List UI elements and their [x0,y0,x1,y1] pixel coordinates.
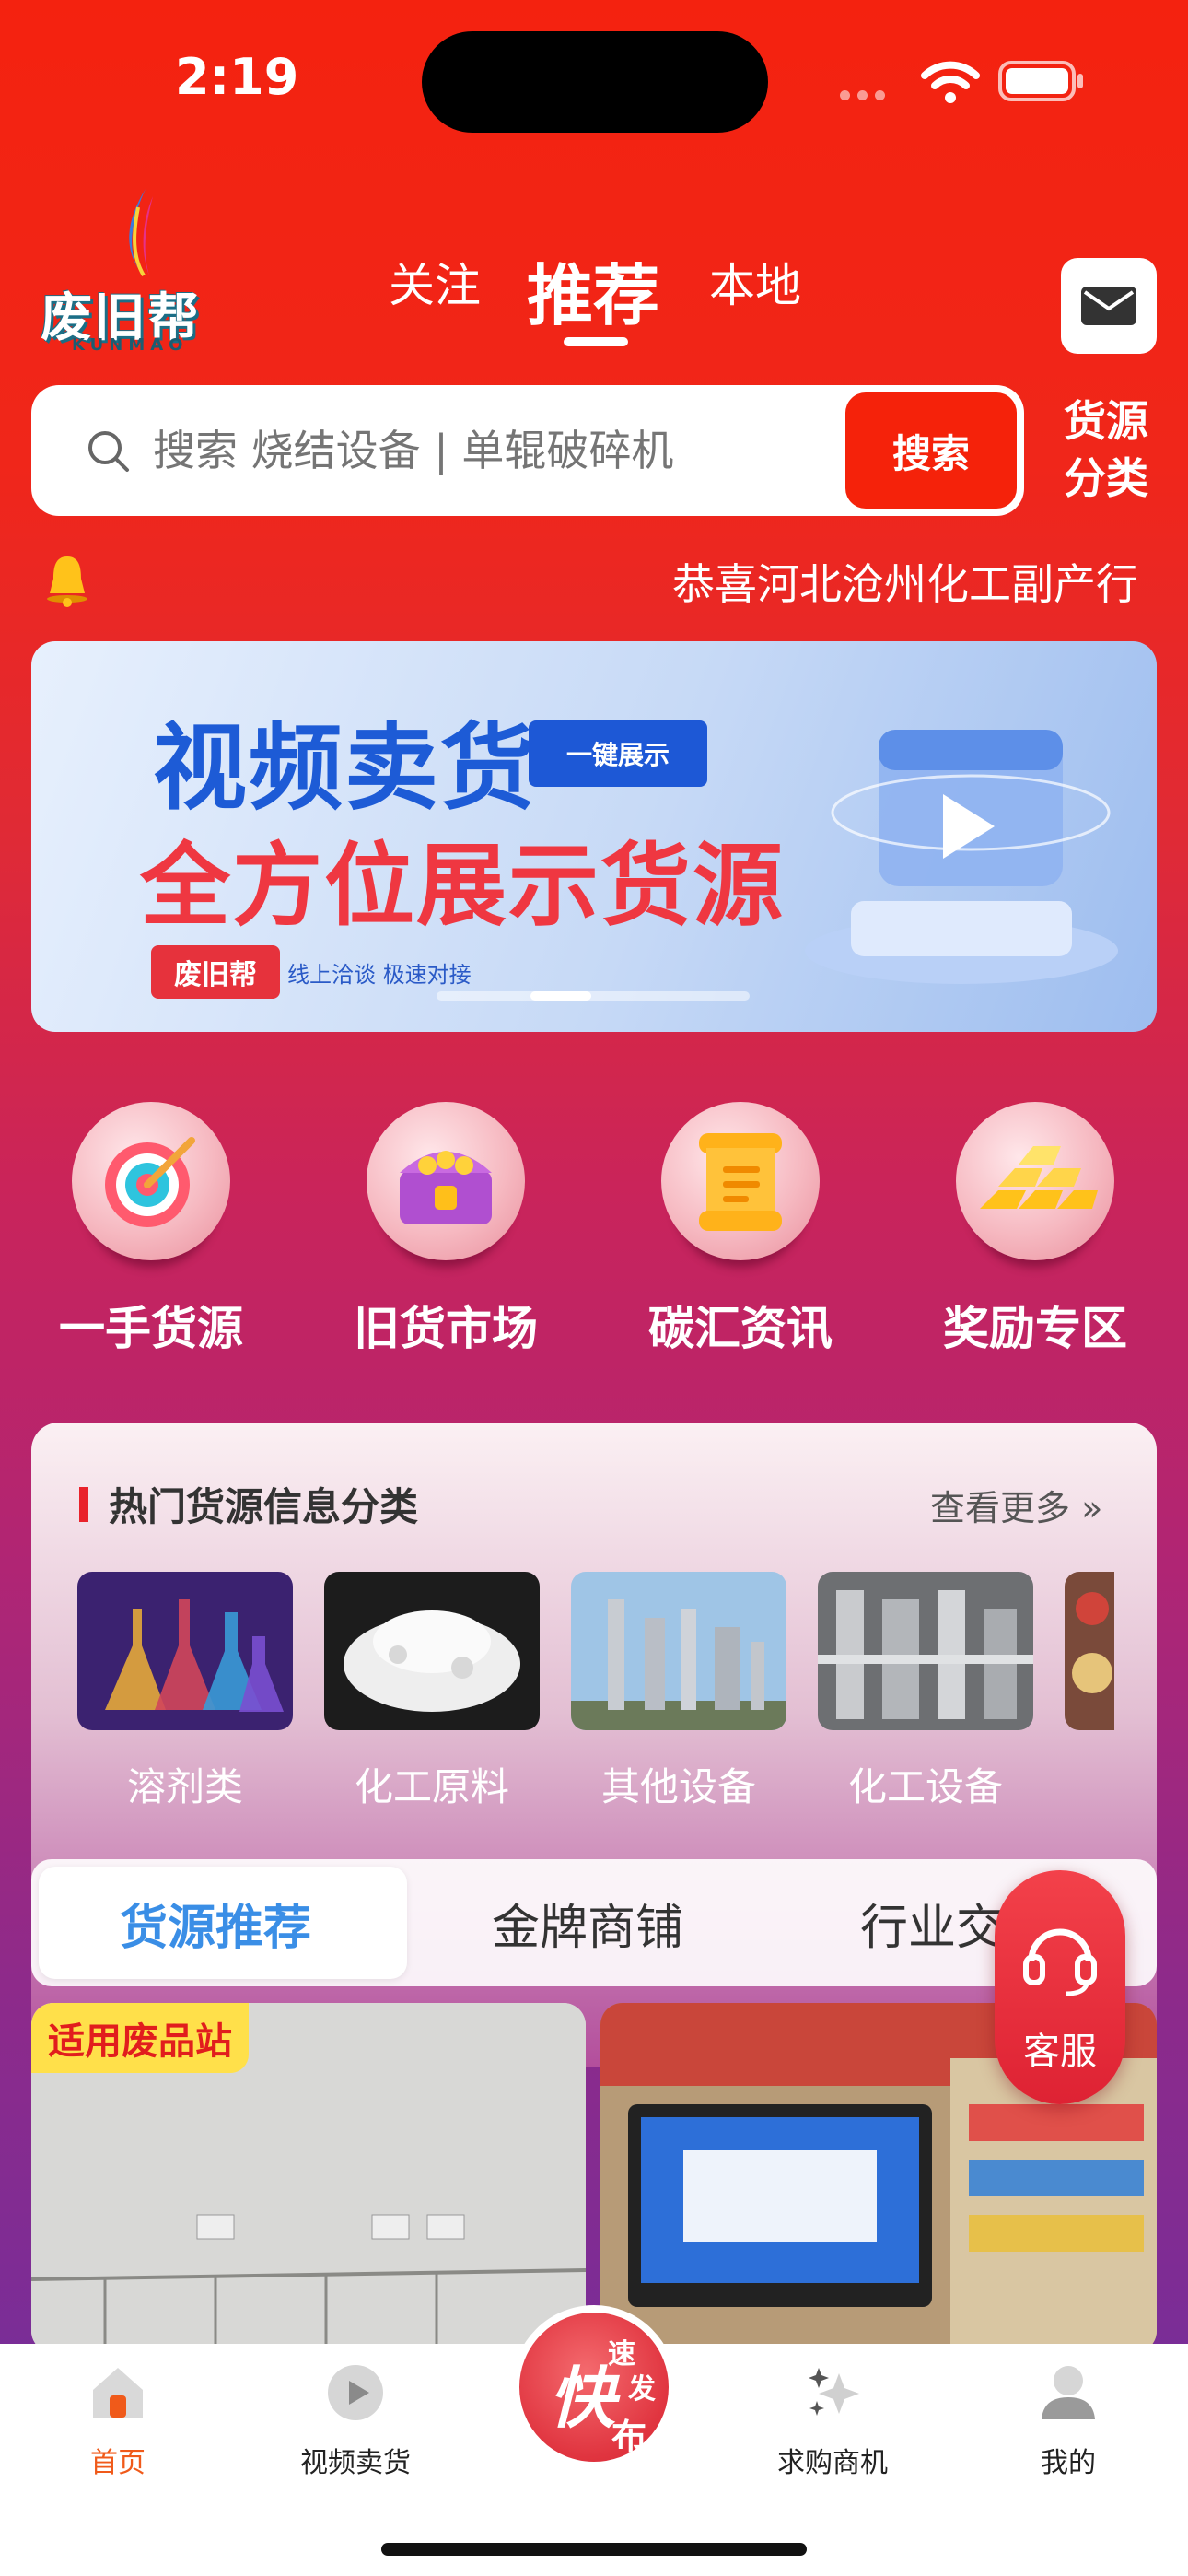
nav-home[interactable]: 首页 [26,2360,210,2480]
nav-label: 首页 [90,2447,146,2479]
tab-active-indicator [564,337,628,346]
shortcut-label: 一手货源 [59,1302,243,1355]
nav-profile[interactable]: 我的 [976,2360,1160,2480]
nav-purchase-leads[interactable]: 求购商机 [740,2360,925,2480]
category-name: 溶剂类 [126,1764,243,1809]
food-image [1065,1572,1114,1730]
category-item-other-equipment[interactable]: 其他设备 [571,1572,786,1811]
search-button[interactable]: 搜索 [845,392,1017,509]
target-icon [72,1102,230,1260]
category-item-chemical-equipment[interactable]: 化工设备 [818,1572,1033,1811]
card-tag: 适用废品站 [31,2003,249,2073]
banner-subtitle: 全方位展示货源 [140,834,786,939]
banner-tag: 一键展示 [529,720,707,787]
view-more-link[interactable]: 查看更多 » [930,1480,1102,1530]
bell-icon [47,556,87,607]
search-bar: 搜索 [31,385,1024,516]
sparkle-icon [809,2368,859,2416]
category-item-chemical-raw[interactable]: 化工原料 [324,1572,540,1811]
headset-icon [1023,1928,1097,1996]
section-marker [79,1487,88,1522]
banner-slogan: 线上洽谈 极速对接 [287,962,472,988]
mail-icon [1081,287,1136,325]
nav-label: 求购商机 [777,2447,888,2479]
category-item-solvents[interactable]: 溶剂类 [77,1572,293,1811]
pipes-equipment-image [818,1572,1033,1730]
quick-publish-big-text: 快 [549,2359,616,2437]
category-button[interactable]: 货源 分类 [1055,392,1157,507]
shortcut-label: 奖励专区 [943,1302,1127,1355]
nav-video-sell[interactable]: 视频卖货 [263,2360,448,2480]
gold-bars-icon [956,1102,1114,1260]
shortcut-label: 碳汇资讯 [648,1302,833,1355]
content-tabs: 货源推荐 金牌商铺 行业交 [31,1859,1157,1986]
quick-publish-text-2: 发 [628,2373,656,2406]
banner-pagination [437,991,750,1001]
refinery-image [571,1572,786,1730]
dynamic-island [422,31,768,133]
logo-subtext: KUNMAO [72,335,189,355]
nav-label: 视频卖货 [300,2447,411,2479]
quick-publish-text-3: 布 [611,2417,647,2457]
customer-service-label: 客服 [1023,2031,1097,2073]
search-icon [88,431,129,472]
scroll-icon [661,1102,820,1260]
home-icon [93,2368,143,2418]
video-player-illustration [805,730,1118,984]
category-button-line2: 分类 [1064,453,1148,503]
cellular-signal-icon [840,87,904,100]
shortcut-first-hand[interactable]: 一手货源 [59,1102,243,1358]
tab-gold-shops[interactable]: 金牌商铺 [492,1859,683,1986]
shortcut-label: 旧货市场 [354,1302,538,1355]
user-icon [1042,2366,1095,2419]
app-screen: 2:19 废旧帮 KUNMAO 关注 推荐 本地 搜索 货源 [0,0,1188,2576]
category-name: 其他设备 [600,1764,756,1809]
tab-local[interactable]: 本地 [709,249,801,315]
promo-banner[interactable]: 视频卖货 一键展示 全方位展示货源 废旧帮 线上洽谈 极速对接 [31,641,1157,1032]
banner-title: 视频卖货 [153,714,536,824]
wifi-icon [921,61,980,103]
search-input[interactable] [153,385,853,516]
shortcut-rewards[interactable]: 奖励专区 [943,1102,1127,1358]
banner-brand: 废旧帮 [151,945,280,999]
battery-icon [998,61,1083,101]
home-indicator [381,2543,807,2556]
status-time: 2:19 [175,48,299,106]
tab-industry[interactable]: 行业交 [860,1859,1004,1986]
shortcut-secondhand-market[interactable]: 旧货市场 [354,1102,538,1358]
notice-marquee[interactable]: 恭喜河北沧州化工副产行 [672,551,1151,612]
message-button[interactable] [1061,258,1157,354]
tab-recommend[interactable]: 推荐 [527,241,659,338]
treasure-chest-icon [367,1102,525,1260]
shortcut-carbon-news[interactable]: 碳汇资讯 [648,1102,833,1358]
category-name: 化工设备 [847,1764,1003,1809]
play-icon [328,2365,383,2420]
hot-categories-title: 热门货源信息分类 [109,1484,419,1529]
quick-publish-button[interactable]: 快 速 发 布 [512,2305,676,2469]
tab-follow[interactable]: 关注 [389,249,481,315]
customer-service-button[interactable]: 客服 [995,1870,1125,2104]
category-name: 化工原料 [354,1764,509,1809]
tab-supply-recommend[interactable]: 货源推荐 [120,1859,311,1986]
product-card[interactable]: 适用废品站 [31,2003,586,2353]
category-scroller[interactable]: 溶剂类 化工原料 其他设备 化工设备 [77,1572,1114,1811]
nav-label: 我的 [1041,2447,1096,2479]
category-item-partial[interactable] [1065,1572,1114,1730]
flasks-image [77,1572,293,1730]
white-flakes-image [324,1572,540,1730]
category-button-line1: 货源 [1064,396,1148,446]
